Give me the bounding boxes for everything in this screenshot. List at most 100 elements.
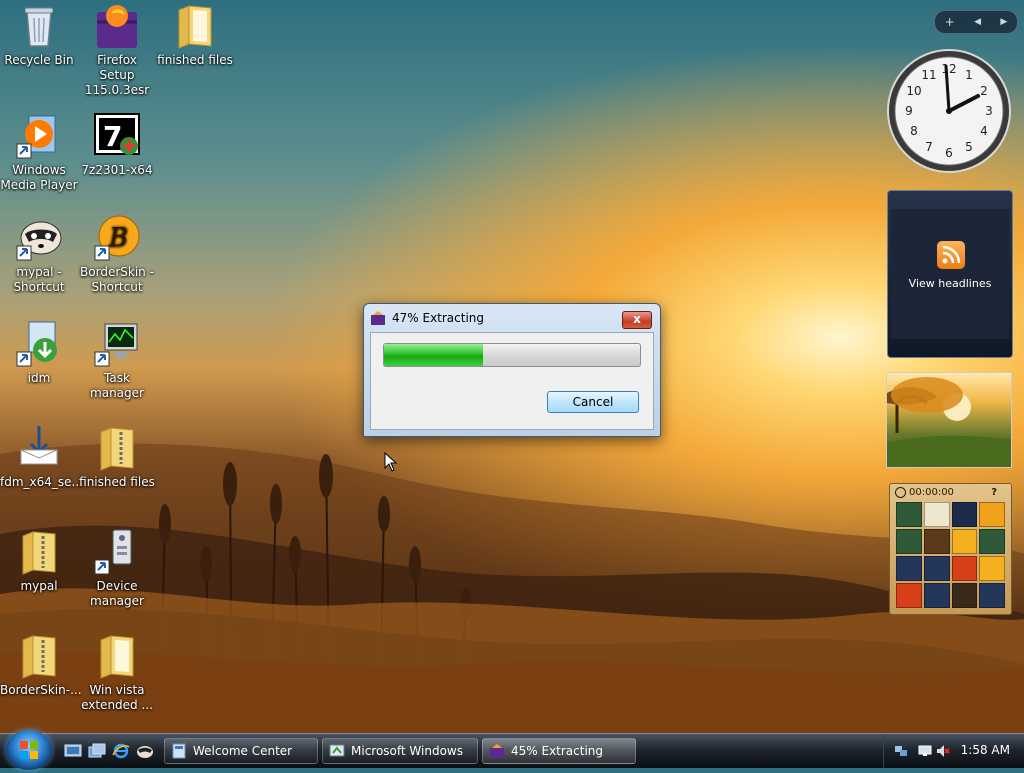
close-icon: x — [633, 312, 641, 326]
svg-text:4: 4 — [980, 124, 988, 138]
desktop-icon-firefox-setup[interactable]: Firefox Setup 115.0.3esr — [78, 2, 156, 98]
prev-gadget-button[interactable]: ◀ — [974, 17, 981, 27]
desktop-icon-task-manager[interactable]: Task manager — [78, 320, 156, 401]
taskbar-item-welcome-center[interactable]: Welcome Center — [164, 738, 318, 764]
desktop-icon-finished-files-zip[interactable]: finished files — [78, 424, 156, 490]
dialog-title: 47% Extracting — [392, 311, 485, 325]
svg-text:9: 9 — [905, 104, 913, 118]
volume-muted-icon[interactable] — [936, 744, 950, 758]
switch-windows-button[interactable] — [88, 743, 106, 759]
show-desktop-button[interactable] — [64, 743, 82, 759]
dialog-body: Cancel — [370, 332, 654, 430]
mypal-icon — [137, 746, 153, 758]
feed-headlines-gadget[interactable]: View headlines — [887, 190, 1013, 358]
slideshow-gadget[interactable] — [886, 372, 1012, 468]
desktop-icon-7zip[interactable]: 7 7z2301-x64 — [78, 112, 156, 178]
system-tray: 1:58 AM — [883, 734, 1024, 768]
display-icon[interactable] — [918, 744, 932, 758]
welcome-center-icon — [172, 743, 186, 759]
puzzle-tile[interactable] — [896, 529, 922, 554]
puzzle-tile[interactable] — [979, 502, 1005, 527]
puzzle-tile[interactable] — [979, 556, 1005, 581]
progress-fill — [384, 344, 483, 366]
folder-icon — [93, 632, 141, 680]
svg-text:1: 1 — [965, 68, 973, 82]
extracting-dialog: 47% Extracting x Cancel — [363, 303, 661, 437]
borderskin-icon: B — [93, 214, 141, 262]
recycle-bin-icon — [15, 2, 63, 50]
view-headlines-label: View headlines — [908, 277, 992, 290]
svg-text:B: B — [108, 223, 128, 253]
desktop-icon-windows-media-player[interactable]: Windows Media Player — [0, 112, 78, 193]
mypal-quicklaunch-button[interactable] — [136, 743, 154, 759]
puzzle-tile[interactable] — [896, 502, 922, 527]
show-desktop-icon — [64, 744, 82, 757]
desktop-icon-recycle-bin[interactable]: Recycle Bin — [0, 2, 78, 68]
puzzle-tile[interactable] — [923, 556, 950, 581]
puzzle-tile[interactable] — [951, 529, 978, 554]
zip-folder-icon — [93, 424, 141, 472]
desktop-icon-win-vista-extended[interactable]: Win vista extended ... — [78, 632, 156, 713]
dialog-titlebar[interactable]: 47% Extracting — [364, 304, 660, 332]
desktop-icon-finished-files[interactable]: finished files — [156, 2, 234, 68]
switch-windows-icon — [88, 743, 106, 758]
desktop-icon-borderskin-zip[interactable]: BorderSkin-... — [0, 632, 82, 698]
media-player-icon — [15, 112, 63, 160]
taskbar-item-extracting[interactable]: 45% Extracting — [482, 738, 636, 764]
clock-gadget[interactable]: 12 1 2 345 678 9 10 11 — [886, 48, 1012, 174]
svg-text:2: 2 — [980, 84, 988, 98]
firefox-setup-icon — [93, 2, 141, 50]
network-icon[interactable] — [894, 744, 908, 758]
add-gadget-button[interactable]: + — [945, 15, 955, 29]
desktop-icon-mypal-shortcut[interactable]: mypal - Shortcut — [0, 214, 78, 295]
puzzle-tile[interactable] — [923, 583, 950, 608]
zip-folder-icon — [15, 632, 63, 680]
desktop-icon-idm[interactable]: idm — [0, 320, 78, 386]
picture-puzzle-gadget[interactable]: 00:00:00 ? — [889, 483, 1012, 615]
device-manager-icon — [93, 528, 141, 576]
desktop-icon-borderskin-shortcut[interactable]: B BorderSkin - Shortcut — [78, 214, 156, 295]
svg-text:7: 7 — [103, 120, 122, 153]
svg-text:7: 7 — [925, 140, 933, 154]
7zip-title-icon — [371, 311, 385, 325]
7zip-icon: 7 — [93, 112, 141, 160]
puzzle-tile[interactable] — [979, 583, 1005, 608]
extract-progress-bar — [383, 343, 641, 367]
puzzle-tile[interactable] — [979, 529, 1005, 554]
taskbar-item-microsoft-windows[interactable]: Microsoft Windows — [322, 738, 478, 764]
svg-text:11: 11 — [921, 68, 936, 82]
zip-folder-icon — [15, 528, 63, 576]
puzzle-tile[interactable] — [896, 556, 922, 581]
next-gadget-button[interactable]: ▶ — [1000, 17, 1007, 27]
taskbar-clock[interactable]: 1:58 AM — [961, 743, 1010, 757]
puzzle-grid — [896, 502, 1005, 608]
svg-text:3: 3 — [985, 104, 993, 118]
svg-text:5: 5 — [965, 140, 973, 154]
taskbar: Welcome Center Microsoft Windows 45% Ext… — [0, 730, 1024, 770]
7zip-icon — [490, 744, 504, 758]
puzzle-tile[interactable] — [896, 583, 922, 608]
mouse-cursor-icon — [384, 452, 398, 472]
puzzle-tile[interactable] — [923, 529, 950, 554]
system-properties-icon — [329, 744, 345, 757]
rss-icon — [937, 241, 965, 269]
desktop-icon-mypal-zip[interactable]: mypal — [0, 528, 78, 594]
desktop-icon-fdm-installer[interactable]: fdm_x64_se... — [0, 424, 83, 490]
timer-icon — [895, 486, 906, 498]
puzzle-tile[interactable] — [951, 583, 978, 608]
internet-explorer-button[interactable] — [112, 743, 130, 759]
svg-text:10: 10 — [906, 84, 921, 98]
sidebar-controls: + ◀ ▶ — [934, 10, 1018, 34]
svg-text:12: 12 — [941, 62, 956, 76]
puzzle-tile[interactable] — [951, 502, 978, 527]
start-button[interactable] — [6, 730, 52, 770]
desktop-icon-device-manager[interactable]: Device manager — [78, 528, 156, 609]
dialog-close-button[interactable]: x — [622, 311, 652, 329]
cancel-button[interactable]: Cancel — [547, 391, 639, 413]
puzzle-help-button[interactable]: ? — [991, 487, 997, 498]
puzzle-tile[interactable] — [923, 502, 950, 527]
windows-logo-icon — [20, 741, 38, 759]
folder-icon — [171, 2, 219, 50]
puzzle-tile[interactable] — [951, 556, 978, 581]
mypal-icon — [15, 214, 63, 262]
